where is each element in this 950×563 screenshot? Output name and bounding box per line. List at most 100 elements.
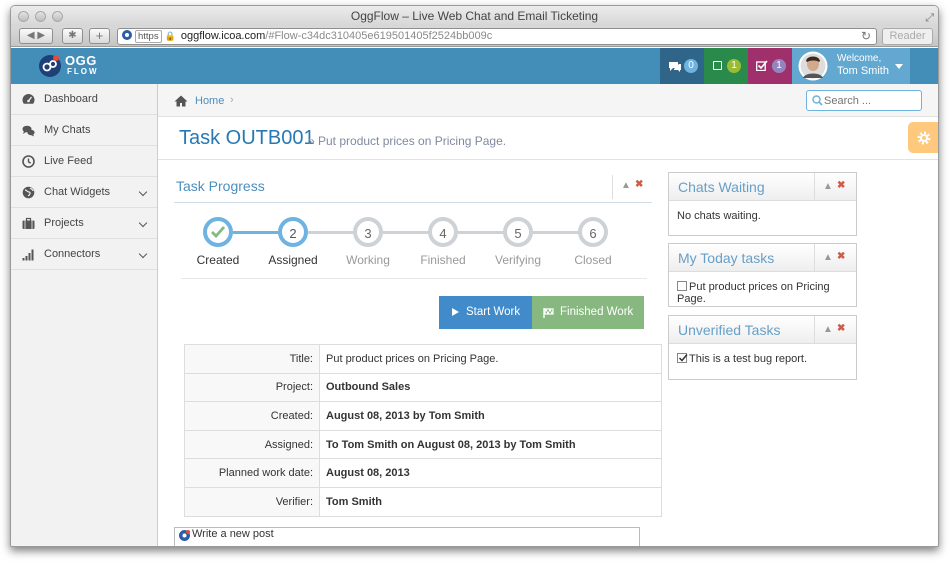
sidebar-item-live-feed[interactable]: Live Feed: [11, 146, 157, 177]
dashboard-icon: [22, 94, 35, 104]
close-window-button[interactable]: [18, 11, 29, 22]
sidebar-item-label: Connectors: [44, 248, 101, 260]
search-icon: [812, 95, 823, 106]
breadcrumb-separator-icon: ›: [230, 94, 234, 106]
url-path: /#Flow-c34dc310405e619501405f2524bb009c: [265, 30, 493, 42]
app-header: OGG FLOW 0 1 1 Welcome, Tom Smith: [11, 48, 938, 84]
briefcase-icon: [22, 217, 35, 229]
browser-toolbar: ◀ ▶ ✱ + https 🔒 oggflow.icoa.com/#Flow-c3…: [11, 26, 938, 47]
sidebar-item-chat-widgets[interactable]: Chat Widgets: [11, 177, 157, 208]
logo-text-ogg: OGG: [65, 53, 97, 68]
detail-key: Project:: [184, 372, 320, 403]
step-label: Closed: [574, 253, 612, 267]
sidebar-item-connectors[interactable]: Connectors: [11, 239, 157, 270]
verify-count-badge: 1: [772, 59, 786, 73]
task-item-label[interactable]: This is a test bug report.: [689, 353, 807, 365]
chevron-down-icon[interactable]: [138, 218, 148, 228]
task-item-label[interactable]: Put product prices on Pricing Page.: [677, 281, 830, 305]
search-box[interactable]: [806, 90, 922, 111]
home-icon[interactable]: [174, 95, 188, 107]
clock-icon: [22, 155, 35, 168]
chevron-down-icon[interactable]: [138, 187, 148, 197]
collapse-icon[interactable]: ▲: [823, 324, 833, 335]
new-tab-button[interactable]: +: [89, 28, 110, 44]
verify-counter-button[interactable]: 1: [748, 48, 792, 84]
new-post-placeholder: Write a new post: [192, 528, 274, 540]
task-checkbox-checked[interactable]: [677, 353, 688, 363]
signal-icon: [22, 249, 34, 261]
start-work-button[interactable]: Start Work: [439, 296, 532, 329]
sidebar: Dashboard My Chats Live Feed Chat Widget…: [11, 84, 158, 546]
breadcrumb: Home ›: [158, 84, 938, 117]
square-icon: [713, 61, 722, 70]
chats-waiting-widget: Chats Waiting ▲ ✖ No chats waiting.: [668, 172, 857, 236]
globe-icon: [22, 186, 35, 199]
step-created: [203, 217, 233, 247]
close-icon[interactable]: ✖: [837, 180, 845, 191]
collapse-icon[interactable]: ▲: [823, 181, 833, 192]
oggflow-logo[interactable]: OGG FLOW: [38, 54, 118, 78]
step-assigned: 2: [278, 217, 308, 247]
sidebar-item-label: Live Feed: [44, 155, 93, 167]
logo-mark-icon: [39, 55, 61, 77]
forward-icon[interactable]: ▶: [37, 30, 45, 41]
tasks-counter-button[interactable]: 1: [704, 48, 748, 84]
url-domain: oggflow.icoa.com: [180, 30, 266, 42]
page-subtitle: » Put product prices on Pricing Page.: [308, 134, 507, 148]
task-details-table: Title: Put product prices on Pricing Page…: [184, 344, 662, 517]
step-finished: 4: [428, 217, 458, 247]
step-closed: 6: [578, 217, 608, 247]
https-label: https: [135, 30, 162, 43]
sidebar-item-label: Projects: [44, 217, 84, 229]
checkbox-icon: [756, 60, 768, 71]
step-label: Working: [346, 253, 390, 267]
widget-title: Chats Waiting: [678, 179, 765, 195]
reload-icon[interactable]: ↻: [861, 29, 871, 44]
plus-icon: +: [95, 28, 104, 43]
close-icon[interactable]: ✖: [837, 323, 845, 334]
finished-work-button[interactable]: Finished Work: [532, 296, 644, 329]
close-icon[interactable]: ✖: [837, 251, 845, 262]
extensions-button[interactable]: ✱: [62, 28, 83, 44]
table-row: Project: Outbound Sales: [184, 372, 662, 403]
reader-button[interactable]: Reader: [882, 28, 933, 45]
address-bar[interactable]: https 🔒 oggflow.icoa.com/#Flow-c34dc31040…: [117, 28, 877, 45]
widget-title: My Today tasks: [678, 250, 775, 266]
search-input[interactable]: [824, 92, 918, 109]
task-checkbox[interactable]: [677, 281, 687, 291]
widget-toolbar-divider: [814, 244, 815, 272]
settings-tab[interactable]: [908, 122, 938, 153]
user-menu[interactable]: Welcome, Tom Smith: [792, 48, 910, 84]
play-icon: [452, 308, 459, 316]
collapse-icon[interactable]: ▲: [823, 252, 833, 263]
sidebar-item-projects[interactable]: Projects: [11, 208, 157, 239]
minimize-window-button[interactable]: [35, 11, 46, 22]
today-tasks-widget: My Today tasks ▲ ✖ Put product prices on…: [668, 243, 857, 307]
welcome-label: Welcome,: [837, 53, 882, 64]
chevron-down-icon[interactable]: [138, 249, 148, 259]
sidebar-item-label: Dashboard: [44, 93, 98, 105]
sidebar-item-my-chats[interactable]: My Chats: [11, 115, 157, 146]
zoom-window-button[interactable]: [52, 11, 63, 22]
step-label: Created: [196, 253, 240, 267]
widget-header: Chats Waiting ▲ ✖: [669, 173, 856, 201]
flag-icon: [543, 308, 554, 318]
breadcrumb-home-link[interactable]: Home: [195, 95, 224, 107]
step-verifying: 5: [503, 217, 533, 247]
page-title: Task OUTB001: [179, 127, 315, 149]
back-forward-buttons[interactable]: ◀ ▶: [19, 28, 53, 44]
chats-icon: [22, 125, 35, 137]
chat-icon: [669, 62, 681, 72]
close-icon[interactable]: ✖: [635, 179, 643, 190]
collapse-icon[interactable]: ▲: [621, 180, 631, 191]
fullscreen-icon[interactable]: ⤢: [925, 8, 934, 28]
sidebar-item-dashboard[interactable]: Dashboard: [11, 84, 157, 115]
widget-toolbar-divider: [814, 316, 815, 344]
widget-body: This is a test bug report.: [669, 344, 856, 374]
detail-value: August 08, 2013 by Tom Smith: [319, 401, 662, 431]
back-icon[interactable]: ◀: [27, 30, 35, 41]
widget-toolbar-divider: [814, 173, 815, 201]
chats-counter-button[interactable]: 0: [660, 48, 704, 84]
detail-key: Title:: [184, 344, 320, 374]
new-post-box[interactable]: Write a new post: [174, 527, 640, 546]
